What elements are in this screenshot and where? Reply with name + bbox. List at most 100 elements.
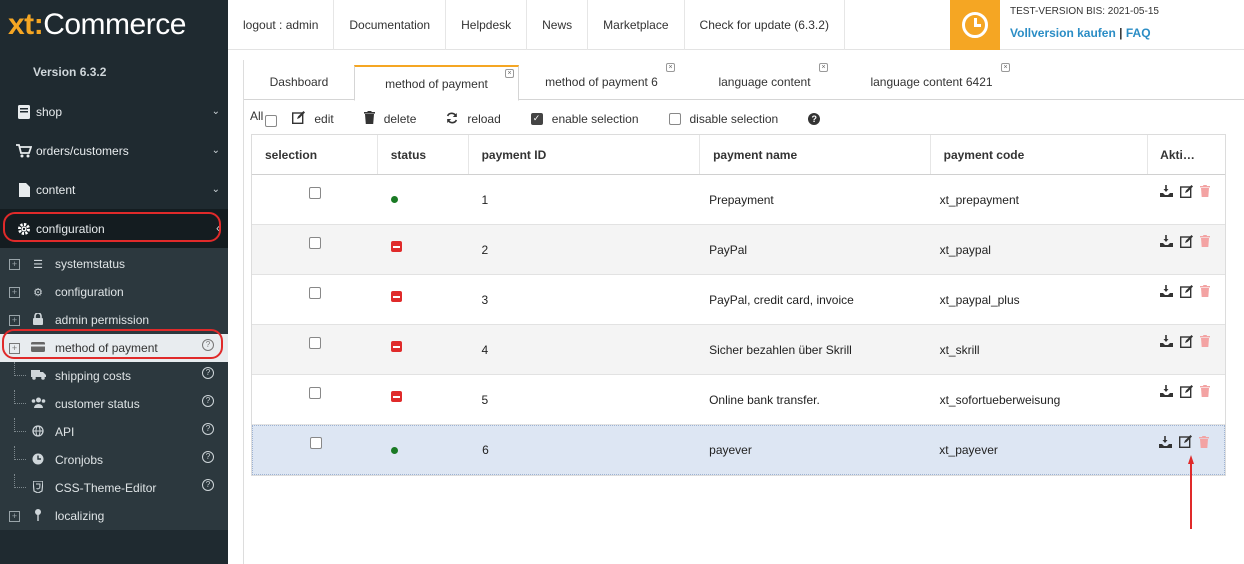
helpdesk-link[interactable]: Helpdesk bbox=[446, 0, 528, 50]
status-inactive-icon[interactable] bbox=[390, 341, 402, 352]
tab-language-content[interactable]: language content × bbox=[717, 63, 828, 101]
sidebar-item-content[interactable]: content ⌄ bbox=[0, 170, 228, 209]
row-checkbox[interactable] bbox=[308, 186, 321, 199]
table-row[interactable]: 2 PayPal xt_paypal bbox=[252, 225, 1225, 275]
tab-method-of-payment[interactable]: method of payment × bbox=[354, 65, 519, 101]
news-link[interactable]: News bbox=[527, 0, 589, 50]
trash-icon[interactable] bbox=[1200, 385, 1211, 400]
install-icon[interactable] bbox=[1160, 235, 1174, 250]
trash-icon[interactable] bbox=[1200, 185, 1211, 200]
expand-icon[interactable]: + bbox=[9, 287, 20, 298]
tree-item-cronjobs[interactable]: Cronjobs ? bbox=[0, 446, 228, 474]
enable-selection-button[interactable]: enable selection bbox=[530, 112, 639, 126]
tab-language-content-6421[interactable]: language content 6421 × bbox=[869, 63, 1010, 101]
column-header-actions[interactable]: Akti… bbox=[1148, 135, 1225, 174]
edit-icon[interactable] bbox=[1179, 435, 1193, 451]
install-icon[interactable] bbox=[1159, 435, 1173, 451]
close-icon[interactable]: × bbox=[819, 63, 828, 72]
checkbox[interactable] bbox=[265, 115, 278, 127]
select-all-checkbox[interactable]: All bbox=[250, 109, 278, 127]
tree-item-method-of-payment[interactable]: + method of payment ? bbox=[0, 334, 228, 362]
edit-icon[interactable] bbox=[1180, 384, 1194, 401]
help-button[interactable]: ? bbox=[808, 113, 821, 125]
column-header-payment-id[interactable]: payment ID bbox=[469, 135, 701, 174]
status-inactive-icon[interactable] bbox=[390, 241, 402, 252]
tree-item-css-theme-editor[interactable]: CSS-Theme-Editor ? bbox=[0, 474, 228, 502]
install-icon[interactable] bbox=[1160, 335, 1174, 350]
install-icon[interactable] bbox=[1160, 385, 1174, 400]
help-icon[interactable]: ? bbox=[202, 367, 214, 379]
row-checkbox[interactable] bbox=[308, 236, 321, 249]
row-checkbox[interactable] bbox=[308, 286, 321, 299]
status-inactive-icon[interactable] bbox=[390, 391, 402, 402]
install-icon[interactable] bbox=[1160, 285, 1174, 300]
tree-item-label: customer status bbox=[55, 397, 140, 411]
edit-icon[interactable] bbox=[1180, 284, 1194, 301]
edit-icon[interactable] bbox=[1180, 334, 1194, 351]
status-active-icon[interactable] bbox=[390, 196, 398, 203]
edit-icon[interactable] bbox=[1180, 184, 1194, 201]
tree-item-api[interactable]: API ? bbox=[0, 418, 228, 446]
row-payment-id: 4 bbox=[481, 342, 489, 357]
help-icon[interactable]: ? bbox=[202, 395, 214, 407]
edit-icon[interactable] bbox=[1180, 234, 1194, 251]
tree-item-configuration[interactable]: + ⚙ configuration bbox=[0, 278, 228, 306]
row-payment-code: xt_paypal bbox=[939, 242, 991, 257]
faq-link[interactable]: FAQ bbox=[1126, 26, 1151, 40]
sidebar-item-configuration[interactable]: configuration ‹ bbox=[0, 209, 228, 248]
expand-icon[interactable]: + bbox=[9, 259, 20, 270]
status-active-icon[interactable] bbox=[391, 446, 399, 454]
buy-full-version-link[interactable]: Vollversion kaufen bbox=[1010, 26, 1116, 40]
tree-item-localizing[interactable]: + localizing bbox=[0, 502, 228, 530]
tab-method-of-payment-6[interactable]: method of payment 6 × bbox=[544, 63, 675, 101]
tab-bar: Dashboard method of payment × method of … bbox=[244, 60, 1244, 101]
table-row[interactable]: 6 payever xt_payever bbox=[252, 425, 1225, 475]
status-inactive-icon[interactable] bbox=[390, 291, 402, 302]
row-checkbox[interactable] bbox=[308, 336, 321, 349]
trash-icon[interactable] bbox=[1200, 335, 1211, 350]
disable-selection-button[interactable]: disable selection bbox=[668, 112, 778, 126]
trash-icon[interactable] bbox=[1200, 285, 1211, 300]
reload-button[interactable]: reload bbox=[446, 112, 501, 127]
column-header-payment-name[interactable]: payment name bbox=[700, 135, 931, 174]
column-header-selection[interactable]: selection bbox=[252, 135, 378, 174]
expand-icon[interactable]: + bbox=[9, 511, 20, 522]
close-icon[interactable]: × bbox=[505, 69, 514, 78]
sidebar-item-orders-customers[interactable]: orders/customers ⌄ bbox=[0, 131, 228, 170]
tree-item-admin-permission[interactable]: + admin permission bbox=[0, 306, 228, 334]
delete-button[interactable]: delete bbox=[363, 111, 416, 127]
help-icon[interactable]: ? bbox=[202, 339, 214, 351]
tab-dashboard[interactable]: Dashboard bbox=[244, 65, 354, 101]
close-icon[interactable]: × bbox=[1001, 63, 1010, 72]
tree-item-label: localizing bbox=[55, 509, 105, 523]
check-update-link[interactable]: Check for update (6.3.2) bbox=[685, 0, 845, 50]
expand-icon[interactable]: + bbox=[9, 343, 20, 354]
column-header-status[interactable]: status bbox=[378, 135, 469, 174]
close-icon[interactable]: × bbox=[666, 63, 675, 72]
help-icon[interactable]: ? bbox=[202, 451, 214, 463]
tree-item-systemstatus[interactable]: + ☰ systemstatus bbox=[0, 250, 228, 278]
table-row[interactable]: 4 Sicher bezahlen über Skrill xt_skrill bbox=[252, 325, 1225, 375]
marketplace-link[interactable]: Marketplace bbox=[588, 0, 685, 50]
table-row[interactable]: 5 Online bank transfer. xt_sofortueberweis… bbox=[252, 375, 1225, 425]
tree-item-customer-status[interactable]: customer status ? bbox=[0, 390, 228, 418]
row-payment-code: xt_prepayment bbox=[939, 192, 1019, 207]
column-header-payment-code[interactable]: payment code bbox=[931, 135, 1149, 174]
help-icon[interactable]: ? bbox=[202, 479, 214, 491]
row-checkbox[interactable] bbox=[309, 437, 322, 449]
row-checkbox[interactable] bbox=[308, 386, 321, 399]
trash-icon[interactable] bbox=[1199, 435, 1210, 451]
table-row[interactable]: 1 Prepayment xt_prepayment bbox=[252, 175, 1225, 225]
help-icon[interactable]: ? bbox=[202, 423, 214, 435]
select-all-label: All bbox=[250, 109, 264, 123]
install-icon[interactable] bbox=[1160, 185, 1174, 200]
tree-item-shipping-costs[interactable]: shipping costs ? bbox=[0, 362, 228, 390]
edit-button[interactable]: edit bbox=[292, 111, 334, 127]
logout-link[interactable]: logout : admin bbox=[228, 0, 335, 50]
sidebar-item-shop[interactable]: shop ⌄ bbox=[0, 92, 228, 131]
version-label: Version 6.3.2 bbox=[33, 65, 107, 79]
expand-icon[interactable]: + bbox=[9, 315, 20, 326]
table-row[interactable]: 3 PayPal, credit card, invoice xt_paypal_p… bbox=[252, 275, 1225, 325]
trash-icon[interactable] bbox=[1200, 235, 1211, 250]
documentation-link[interactable]: Documentation bbox=[334, 0, 447, 50]
